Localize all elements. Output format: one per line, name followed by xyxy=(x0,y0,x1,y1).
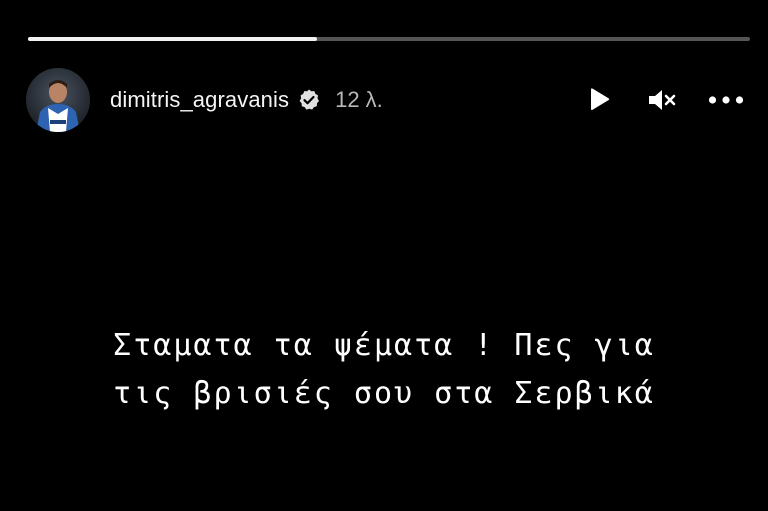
story-progress-fill xyxy=(28,37,317,41)
verified-badge-icon xyxy=(297,88,321,112)
story-controls xyxy=(580,82,744,118)
story-header: dimitris_agravanis 12 λ. xyxy=(26,68,744,132)
story-progress-bar xyxy=(28,37,750,41)
story-timestamp: 12 λ. xyxy=(335,87,383,112)
more-options-icon xyxy=(708,96,744,104)
more-options-button[interactable] xyxy=(708,82,744,118)
story-caption: Σταματα τα ψέματα ! Πες για τις βρισιές … xyxy=(0,322,768,418)
avatar[interactable] xyxy=(26,68,90,132)
mute-button[interactable] xyxy=(644,82,680,118)
story-viewer[interactable]: dimitris_agravanis 12 λ. Σταματα τα ψέμα… xyxy=(0,0,768,511)
play-button[interactable] xyxy=(580,82,616,118)
speaker-muted-icon xyxy=(649,90,676,110)
caption-line-2: τις βρισιές σου στα Σερβικά xyxy=(113,376,655,411)
play-icon xyxy=(591,88,610,111)
caption-line-1: Σταματα τα ψέματα ! Πες για xyxy=(113,328,655,363)
username[interactable]: dimitris_agravanis xyxy=(110,87,289,113)
